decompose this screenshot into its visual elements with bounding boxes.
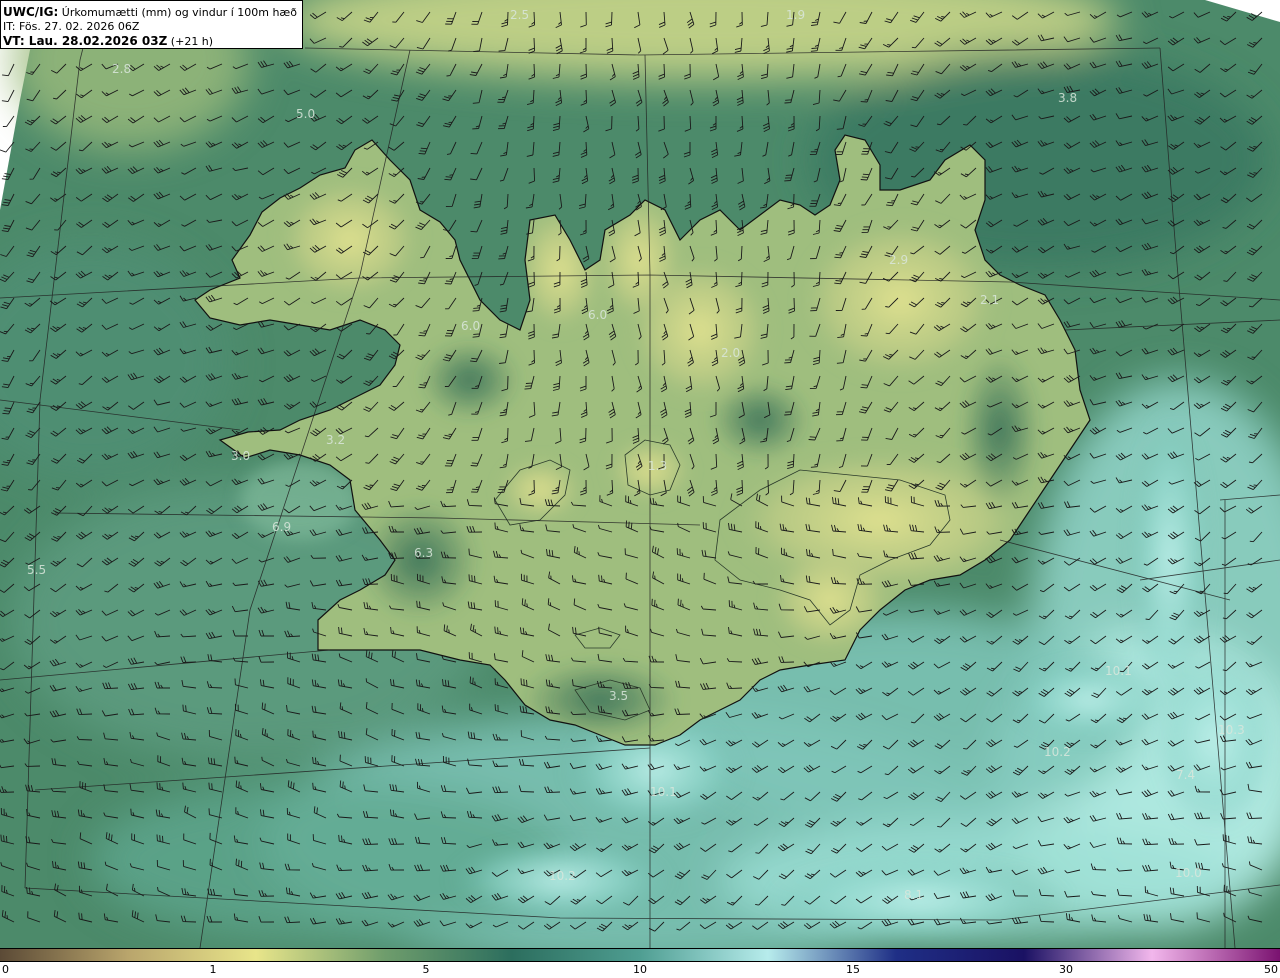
value-label: 1.3 [648,459,667,473]
value-label: 10.3 [1218,723,1245,737]
value-label: 5.5 [27,563,46,577]
value-label: 10.1 [650,785,677,799]
value-label: 6.0 [588,308,607,322]
colorbar-tick: 50 [1264,963,1278,976]
colorbar-tick: 0 [2,963,9,976]
value-label: 2.8 [112,62,131,76]
value-label: 10.1 [1105,664,1132,678]
value-label: 2.9 [889,253,908,267]
value-label: 2.1 [980,293,999,307]
colorbar-tick: 15 [846,963,860,976]
value-label: 3.2 [326,433,345,447]
colorbar-tick: 1 [209,963,217,976]
value-label: 1.9 [786,8,805,22]
weather-map: 2.5 1.9 2.8 5.0 3.8 2.9 2.1 6.0 6.0 2.0 … [0,0,1280,948]
value-label: 8.1 [904,888,923,902]
value-label: 10.0 [1175,866,1202,880]
value-label: 2.0 [721,346,740,360]
product-description: Úrkomumætti (mm) og vindur í 100m hæð [58,6,297,19]
value-label: 3.0 [231,449,250,463]
value-label: 7.4 [1176,768,1195,782]
value-label: 10.2 [1044,745,1071,759]
value-label: 6.0 [461,319,480,333]
valid-time: VT: Lau. 28.02.2026 03Z (+21 h) [3,34,302,49]
value-label: 6.3 [414,546,433,560]
value-label: 5.0 [296,107,315,121]
forecast-offset: (+21 h) [167,35,214,48]
colorbar-ticks: 0 1 5 10 15 30 50 [0,962,1280,978]
init-time: IT: Fös. 27. 02. 2026 06Z [3,20,140,33]
product-label: UWC/IG: [3,5,59,19]
map-info-box: UWC/IG: Úrkomumætti (mm) og vindur í 100… [0,0,303,49]
valid-time-label: VT: Lau. 28.02.2026 03Z [3,34,168,48]
wind-barb [2,115,15,128]
colorbar [0,948,1280,962]
value-label: 3.8 [1058,91,1077,105]
wind-barb [1,89,15,103]
colorbar-tick: 10 [633,963,647,976]
value-label: 6.9 [272,520,291,534]
value-label: 3.5 [609,689,628,703]
value-label: 2.5 [510,8,529,22]
value-label: 10.2 [549,869,576,883]
colorbar-tick: 5 [422,963,430,976]
colorbar-tick: 30 [1059,963,1073,976]
product-title: UWC/IG: Úrkomumætti (mm) og vindur í 100… [3,5,302,20]
